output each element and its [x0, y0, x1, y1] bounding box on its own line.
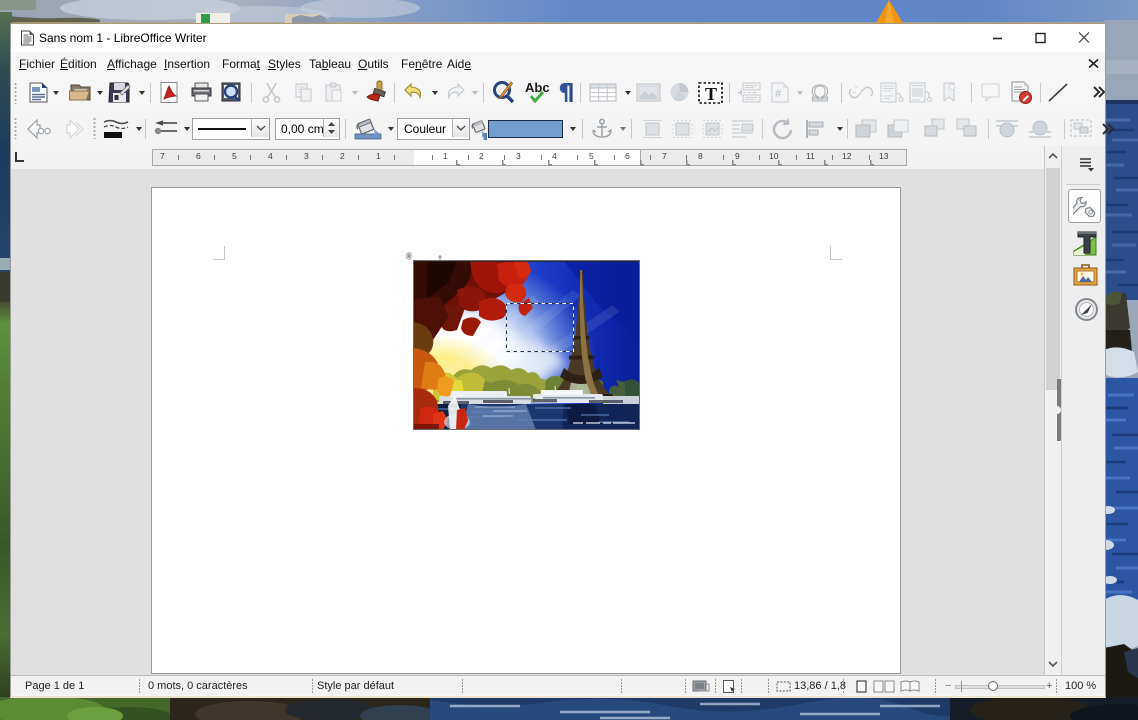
- svg-text:#: #: [775, 88, 781, 100]
- svg-text:T: T: [705, 84, 717, 104]
- svg-text:Ω: Ω: [811, 81, 829, 105]
- svg-text:Abc: Abc: [525, 80, 550, 95]
